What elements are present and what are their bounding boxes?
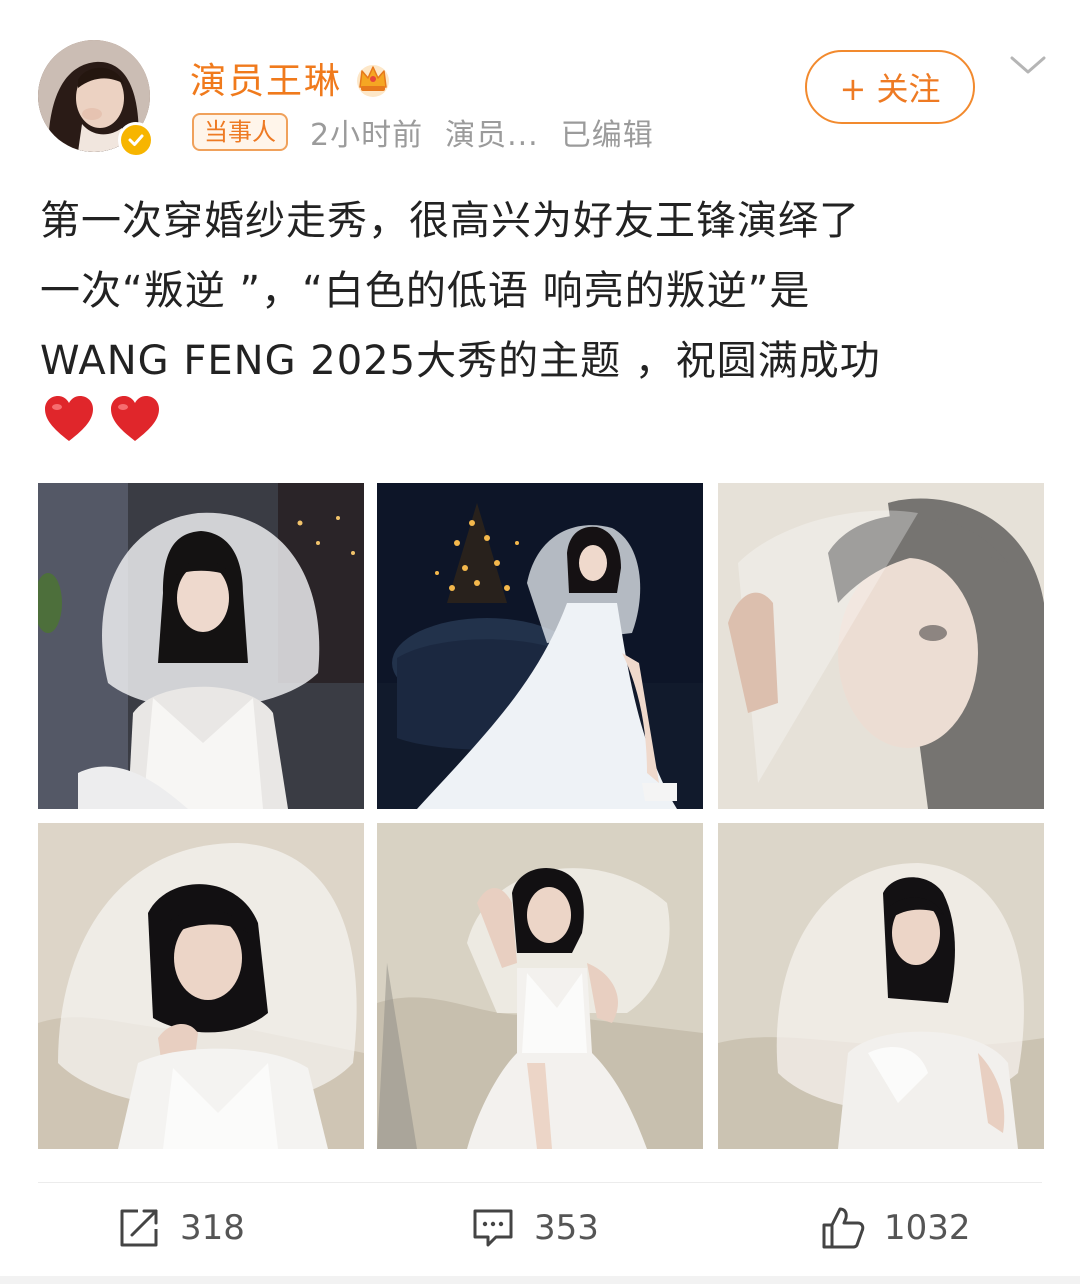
post-meta: 当事人 2小时前 演员... 已编辑 bbox=[192, 110, 654, 154]
post-header: 演员王琳 当事人 2小时前 演员... 已编辑 + 关注 bbox=[0, 0, 1080, 170]
heart-icon bbox=[45, 396, 93, 441]
divider bbox=[38, 1182, 1042, 1183]
like-button[interactable]: 1032 bbox=[820, 1198, 971, 1258]
avatar[interactable] bbox=[38, 40, 156, 158]
username[interactable]: 演员王琳 bbox=[190, 52, 342, 104]
emoji-row bbox=[42, 394, 162, 444]
post-text-line: 第一次穿婚纱走秀，很高兴为好友王锋演绎了 bbox=[40, 198, 860, 244]
post-time: 2小时前 bbox=[310, 118, 424, 153]
repost-button[interactable]: 318 bbox=[116, 1198, 245, 1258]
crown-icon bbox=[357, 65, 390, 97]
verified-icon bbox=[118, 122, 154, 158]
photo-2[interactable] bbox=[377, 483, 703, 809]
comment-icon bbox=[473, 1209, 513, 1247]
heart-icon bbox=[111, 396, 159, 441]
edited-label[interactable]: 已编辑 bbox=[561, 110, 654, 154]
comment-count: 353 bbox=[534, 1208, 599, 1248]
chevron-down-icon[interactable] bbox=[1008, 52, 1048, 78]
repost-icon bbox=[120, 1209, 158, 1247]
like-icon bbox=[822, 1207, 865, 1249]
like-count: 1032 bbox=[884, 1208, 971, 1248]
photo-grid bbox=[38, 483, 1044, 1149]
photo-5[interactable] bbox=[377, 823, 703, 1149]
party-tag: 当事人 bbox=[192, 113, 288, 151]
username-row: 演员王琳 bbox=[190, 52, 394, 104]
post-text-line: WANG FENG 2025大秀的主题 ，祝圆满成功 bbox=[40, 338, 881, 384]
bottom-separator bbox=[0, 1276, 1080, 1284]
photo-1[interactable] bbox=[38, 483, 364, 809]
post-text: 第一次穿婚纱走秀，很高兴为好友王锋演绎了 一次“叛逆 ”，“白色的低语 响亮的叛… bbox=[40, 186, 1050, 396]
user-role: 演员... bbox=[445, 118, 539, 153]
post-text-line: 一次“叛逆 ”，“白色的低语 响亮的叛逆”是 bbox=[40, 268, 811, 314]
comment-button[interactable]: 353 bbox=[470, 1198, 599, 1258]
action-bar: 318 353 1032 bbox=[0, 1190, 1080, 1270]
photo-4[interactable] bbox=[38, 823, 364, 1149]
photo-3[interactable] bbox=[718, 483, 1044, 809]
follow-button[interactable]: + 关注 bbox=[805, 50, 975, 124]
repost-count: 318 bbox=[180, 1208, 245, 1248]
photo-6[interactable] bbox=[718, 823, 1044, 1149]
